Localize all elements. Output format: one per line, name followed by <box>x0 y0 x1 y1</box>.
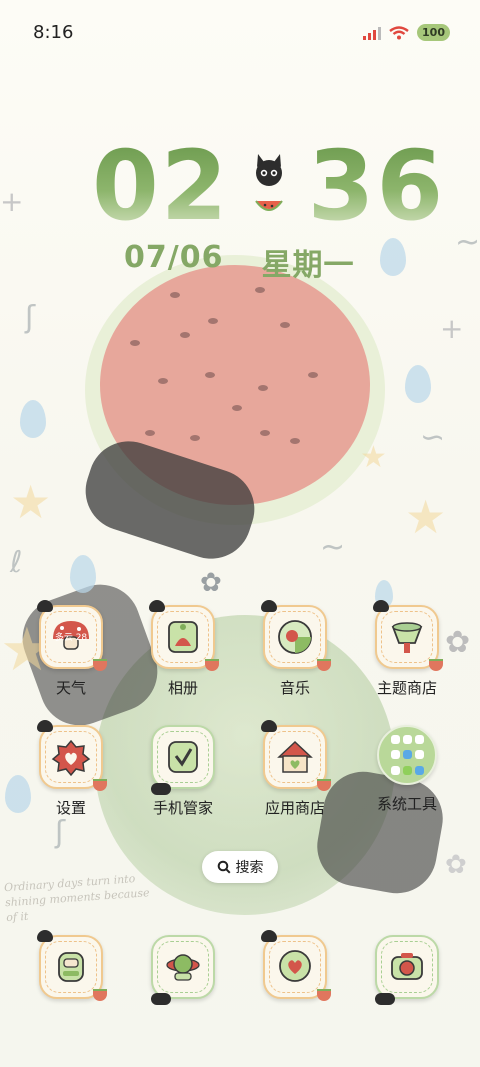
app-phone-manager[interactable]: 手机管家 <box>128 725 238 818</box>
seed <box>205 372 215 378</box>
dock-phone[interactable] <box>16 930 126 1001</box>
search-label: 搜索 <box>235 860 264 876</box>
status-indicators: 100 <box>363 24 450 41</box>
app-music[interactable]: 音乐 <box>240 600 350 698</box>
date-text: 07/06 <box>124 240 224 275</box>
app-label: 系统工具 <box>376 795 437 813</box>
gallery-icon <box>149 600 219 671</box>
swirl-decoration: ʃ <box>55 815 66 850</box>
star-decoration: ★ <box>360 440 387 475</box>
app-app-store[interactable]: 应用商店 <box>240 720 350 818</box>
system-tools-folder-icon <box>377 725 437 785</box>
phone-manager-icon <box>151 725 215 795</box>
clock-hours: 02 <box>92 130 230 242</box>
dock-contacts[interactable] <box>128 935 238 1005</box>
swirl-decoration: ∽ <box>420 420 446 455</box>
theme-store-icon <box>373 600 443 671</box>
swirl-decoration: ℓ <box>10 545 23 580</box>
dock-messages[interactable] <box>240 930 350 1001</box>
raindrop <box>405 365 431 403</box>
music-icon <box>261 600 331 671</box>
flower-decoration: ✿ <box>445 850 467 880</box>
seed <box>308 372 318 378</box>
contacts-icon <box>151 935 215 1005</box>
seed <box>145 430 155 436</box>
raindrop <box>70 555 96 593</box>
wifi-icon <box>389 25 409 39</box>
date-widget[interactable]: 07/06 星期一 <box>124 240 354 284</box>
camera-icon <box>375 935 439 1005</box>
swirl-decoration: ~ <box>455 225 480 260</box>
seed <box>255 287 265 293</box>
seed <box>208 318 218 324</box>
seed <box>170 292 180 298</box>
weather-badge: 多云 28 <box>54 633 88 643</box>
wallpaper-text: Ordinary days turn into shining moments … <box>3 872 150 925</box>
seed <box>260 430 270 436</box>
swirl-decoration: ʃ <box>25 300 36 335</box>
seed <box>290 438 300 444</box>
app-gallery[interactable]: 相册 <box>128 600 238 698</box>
status-time: 8:16 <box>33 22 74 43</box>
signal-icon <box>363 26 382 40</box>
clock-minutes: 36 <box>307 130 446 242</box>
star-decoration: ★ <box>405 490 447 544</box>
app-system-tools-folder[interactable]: 系统工具 <box>352 725 462 814</box>
app-label: 手机管家 <box>152 799 213 817</box>
settings-icon <box>37 720 107 791</box>
raindrop <box>20 400 46 438</box>
app-label: 天气 <box>55 679 86 697</box>
seed <box>280 322 290 328</box>
search-icon <box>217 860 231 874</box>
app-label: 主题商店 <box>376 679 437 697</box>
seed <box>158 378 168 384</box>
app-label: 相册 <box>167 679 198 697</box>
seed <box>258 385 268 391</box>
app-store-icon <box>261 720 331 791</box>
weekday-text: 星期一 <box>261 248 355 283</box>
phone-icon <box>37 930 107 1001</box>
app-settings[interactable]: 设置 <box>16 720 126 818</box>
weather-icon: 多云 28 <box>37 600 107 671</box>
app-label: 设置 <box>55 799 86 817</box>
messages-icon <box>261 930 331 1001</box>
seed <box>232 405 242 411</box>
star-decoration: ★ <box>10 475 52 529</box>
seed <box>130 340 140 346</box>
plus-decoration: + <box>440 312 464 345</box>
app-label: 音乐 <box>279 679 310 697</box>
app-label: 应用商店 <box>264 799 325 817</box>
search-button[interactable]: 搜索 <box>202 851 278 883</box>
seed <box>190 435 200 441</box>
plus-decoration: + <box>0 185 24 218</box>
dock-camera[interactable] <box>352 935 462 1005</box>
seed <box>180 332 190 338</box>
battery-icon: 100 <box>417 24 450 41</box>
cat-watermelon-icon <box>240 143 298 229</box>
app-theme-store[interactable]: 主题商店 <box>352 600 462 698</box>
app-weather[interactable]: 多云 28 天气 <box>16 600 126 698</box>
swirl-decoration: ~ <box>320 530 346 565</box>
raindrop <box>380 238 406 276</box>
clock-widget[interactable]: 02 36 <box>92 138 445 234</box>
flower-decoration: ✿ <box>200 568 222 598</box>
